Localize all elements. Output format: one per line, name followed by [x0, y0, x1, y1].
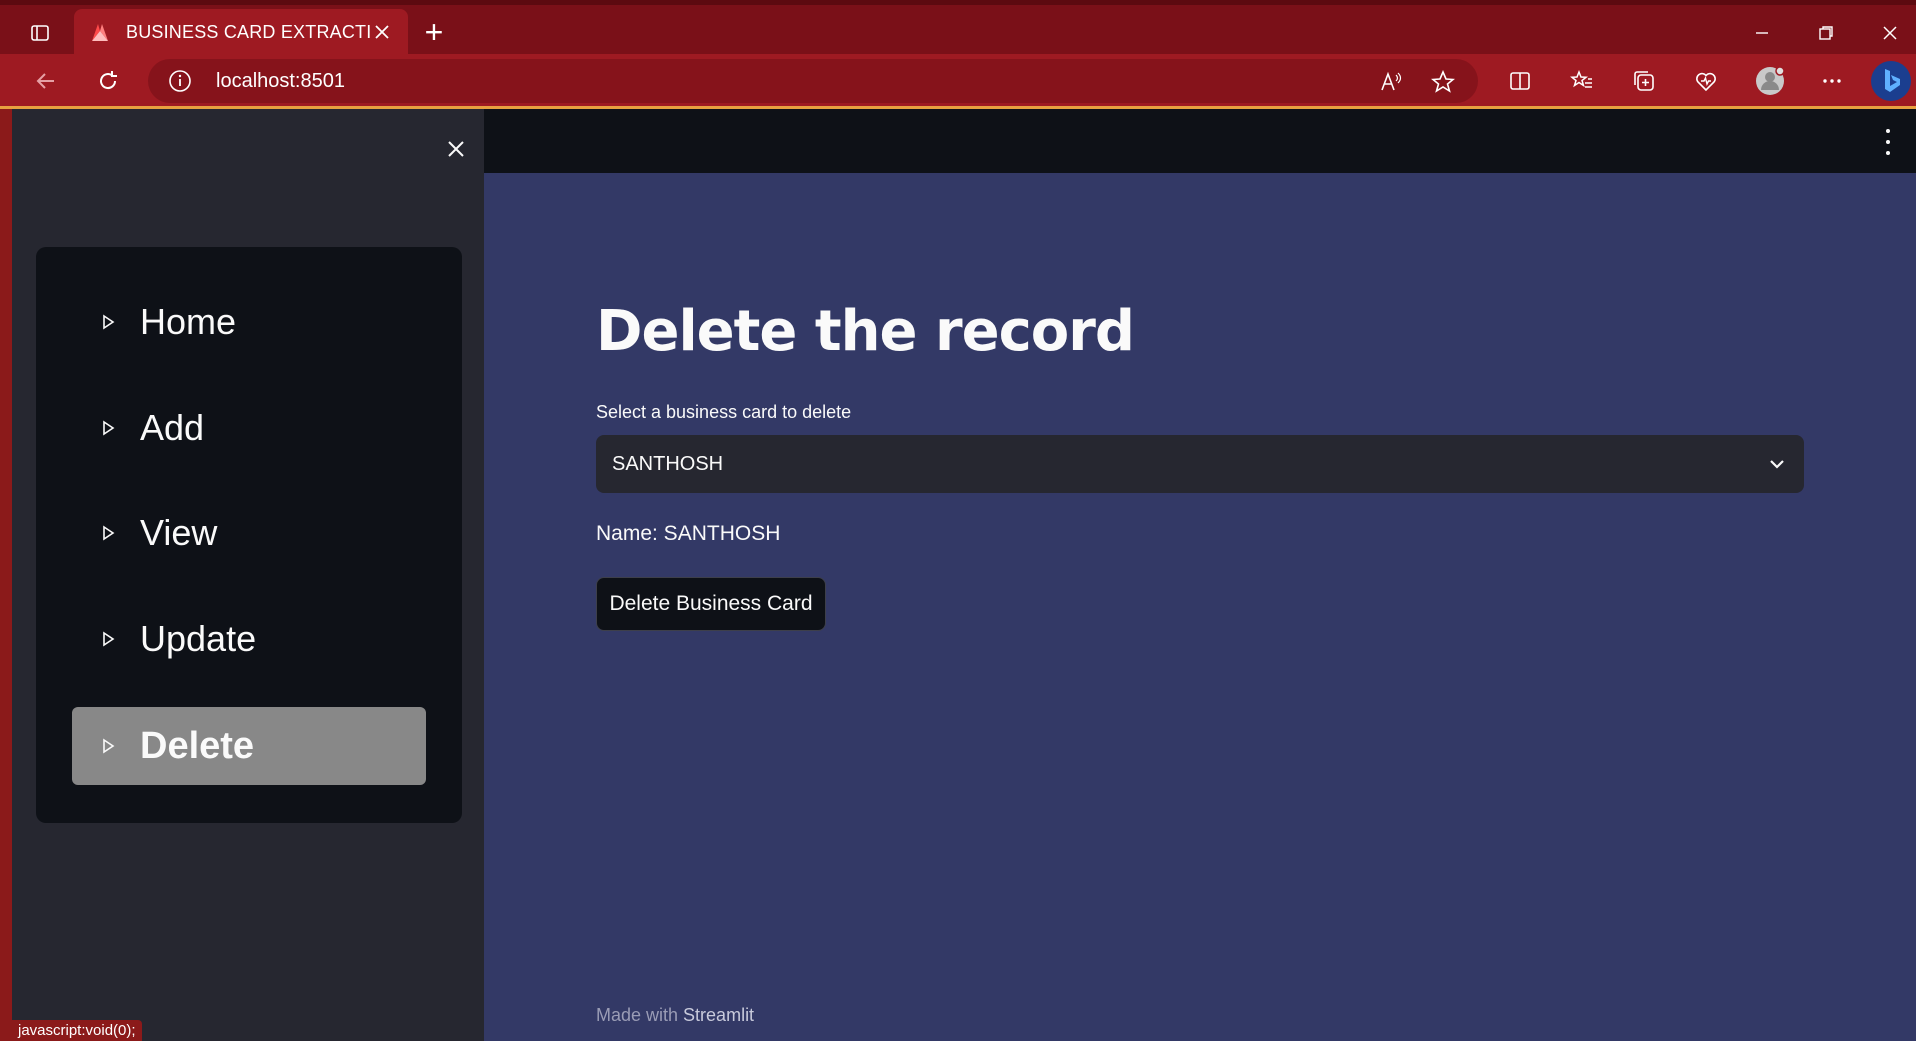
caret-right-icon: [100, 420, 116, 436]
sidebar-item-add[interactable]: Add: [72, 389, 426, 467]
minimize-icon[interactable]: [1734, 13, 1790, 53]
sidebar-item-label: Home: [140, 301, 237, 342]
tab-actions-icon[interactable]: [20, 15, 60, 51]
caret-right-icon: [100, 314, 116, 330]
select-value: SANTHOSH: [612, 453, 724, 475]
url-text: localhost:8501: [216, 70, 345, 92]
streamlit-favicon-icon: [88, 20, 112, 44]
sidebar-item-home[interactable]: Home: [72, 283, 426, 361]
read-aloud-icon[interactable]: [1376, 67, 1406, 97]
browser-toolbar: localhost:8501: [0, 54, 1916, 106]
split-screen-icon[interactable]: [1500, 62, 1540, 100]
tab-close-icon[interactable]: [370, 20, 394, 44]
window-close-icon[interactable]: [1862, 13, 1916, 53]
selected-name: Name: SANTHOSH: [596, 522, 781, 545]
business-card-select[interactable]: SANTHOSH: [596, 435, 1804, 493]
nav-menu: Home Add View Update Delete: [36, 247, 462, 823]
sidebar: Home Add View Update Delete: [12, 109, 484, 1041]
sidebar-item-delete[interactable]: Delete: [72, 707, 426, 785]
sidebar-item-label: Add: [140, 407, 205, 448]
reload-icon[interactable]: [88, 62, 128, 100]
sidebar-item-update[interactable]: Update: [72, 600, 426, 678]
caret-right-icon: [100, 631, 116, 647]
collections-icon[interactable]: [1624, 62, 1664, 100]
sidebar-item-view[interactable]: View: [72, 494, 426, 572]
footer: Made with Streamlit: [596, 1005, 754, 1026]
delete-business-card-button[interactable]: Delete Business Card: [596, 577, 826, 631]
more-options-icon[interactable]: [1812, 62, 1852, 100]
favorites-icon[interactable]: [1562, 62, 1602, 100]
address-bar[interactable]: localhost:8501: [148, 59, 1478, 103]
sidebar-item-label: Update: [140, 618, 257, 659]
back-icon[interactable]: [26, 62, 66, 100]
sidebar-item-label: View: [140, 512, 218, 553]
profile-avatar-icon[interactable]: [1750, 62, 1790, 100]
main-menu-icon[interactable]: [1878, 129, 1898, 155]
caret-right-icon: [100, 738, 116, 754]
browser-tabstrip: BUSINESS CARD EXTRACTION +: [0, 0, 1916, 55]
page-title: Delete the record: [596, 299, 1135, 364]
tab-title: BUSINESS CARD EXTRACTION: [126, 21, 370, 42]
favorite-star-icon[interactable]: [1428, 67, 1458, 97]
new-tab-icon[interactable]: +: [416, 15, 452, 51]
app-header: [484, 109, 1916, 173]
app-page: Home Add View Update Delete Delete the r…: [12, 109, 1916, 1041]
restore-icon[interactable]: [1798, 13, 1854, 53]
site-info-icon[interactable]: [168, 69, 192, 93]
footer-prefix: Made with: [596, 1005, 684, 1025]
bing-copilot-icon[interactable]: [1868, 58, 1914, 104]
select-label: Select a business card to delete: [596, 402, 852, 422]
status-bar-url: javascript:void(0);: [12, 1020, 142, 1041]
caret-right-icon: [100, 525, 116, 541]
streamlit-link[interactable]: Streamlit: [683, 1005, 754, 1025]
sidebar-item-label: Delete: [140, 724, 255, 767]
browser-essentials-icon[interactable]: [1686, 62, 1726, 100]
sidebar-close-icon[interactable]: [436, 129, 476, 169]
browser-tab[interactable]: BUSINESS CARD EXTRACTION: [74, 9, 408, 55]
chevron-down-icon: [1766, 453, 1788, 475]
